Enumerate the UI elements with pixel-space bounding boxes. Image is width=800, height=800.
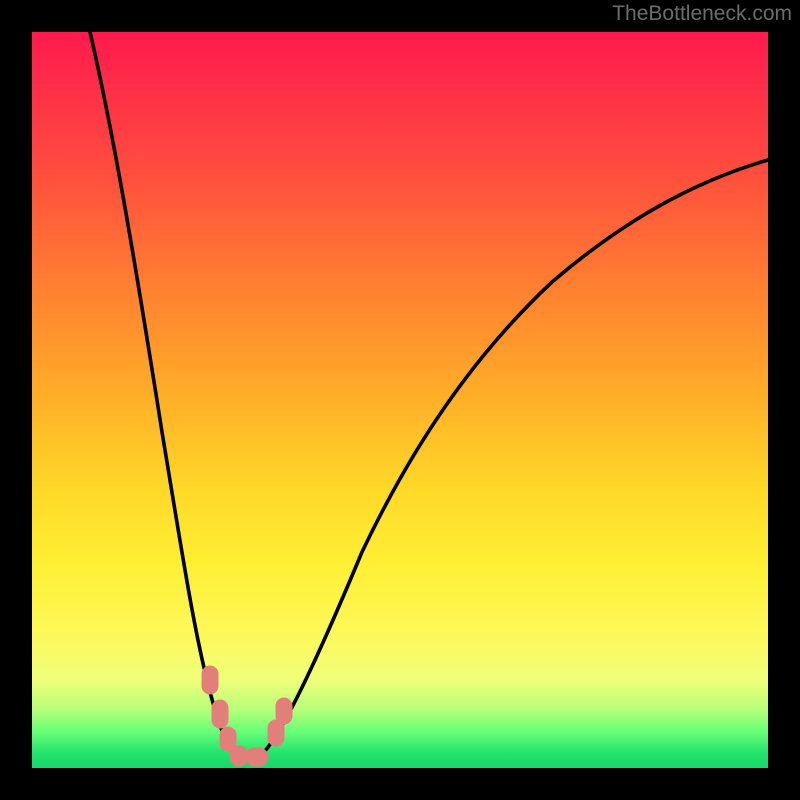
trough-marker-5 bbox=[246, 748, 268, 766]
curve-layer bbox=[32, 32, 768, 768]
trough-marker-7 bbox=[276, 698, 292, 724]
plot-area bbox=[32, 32, 768, 768]
trough-marker-1 bbox=[202, 666, 218, 694]
trough-marker-4 bbox=[230, 746, 248, 766]
watermark-text: TheBottleneck.com bbox=[612, 2, 792, 26]
bottleneck-curve bbox=[90, 32, 768, 760]
trough-marker-group bbox=[202, 666, 292, 766]
chart-frame: TheBottleneck.com bbox=[0, 0, 800, 800]
trough-marker-2 bbox=[212, 700, 228, 728]
